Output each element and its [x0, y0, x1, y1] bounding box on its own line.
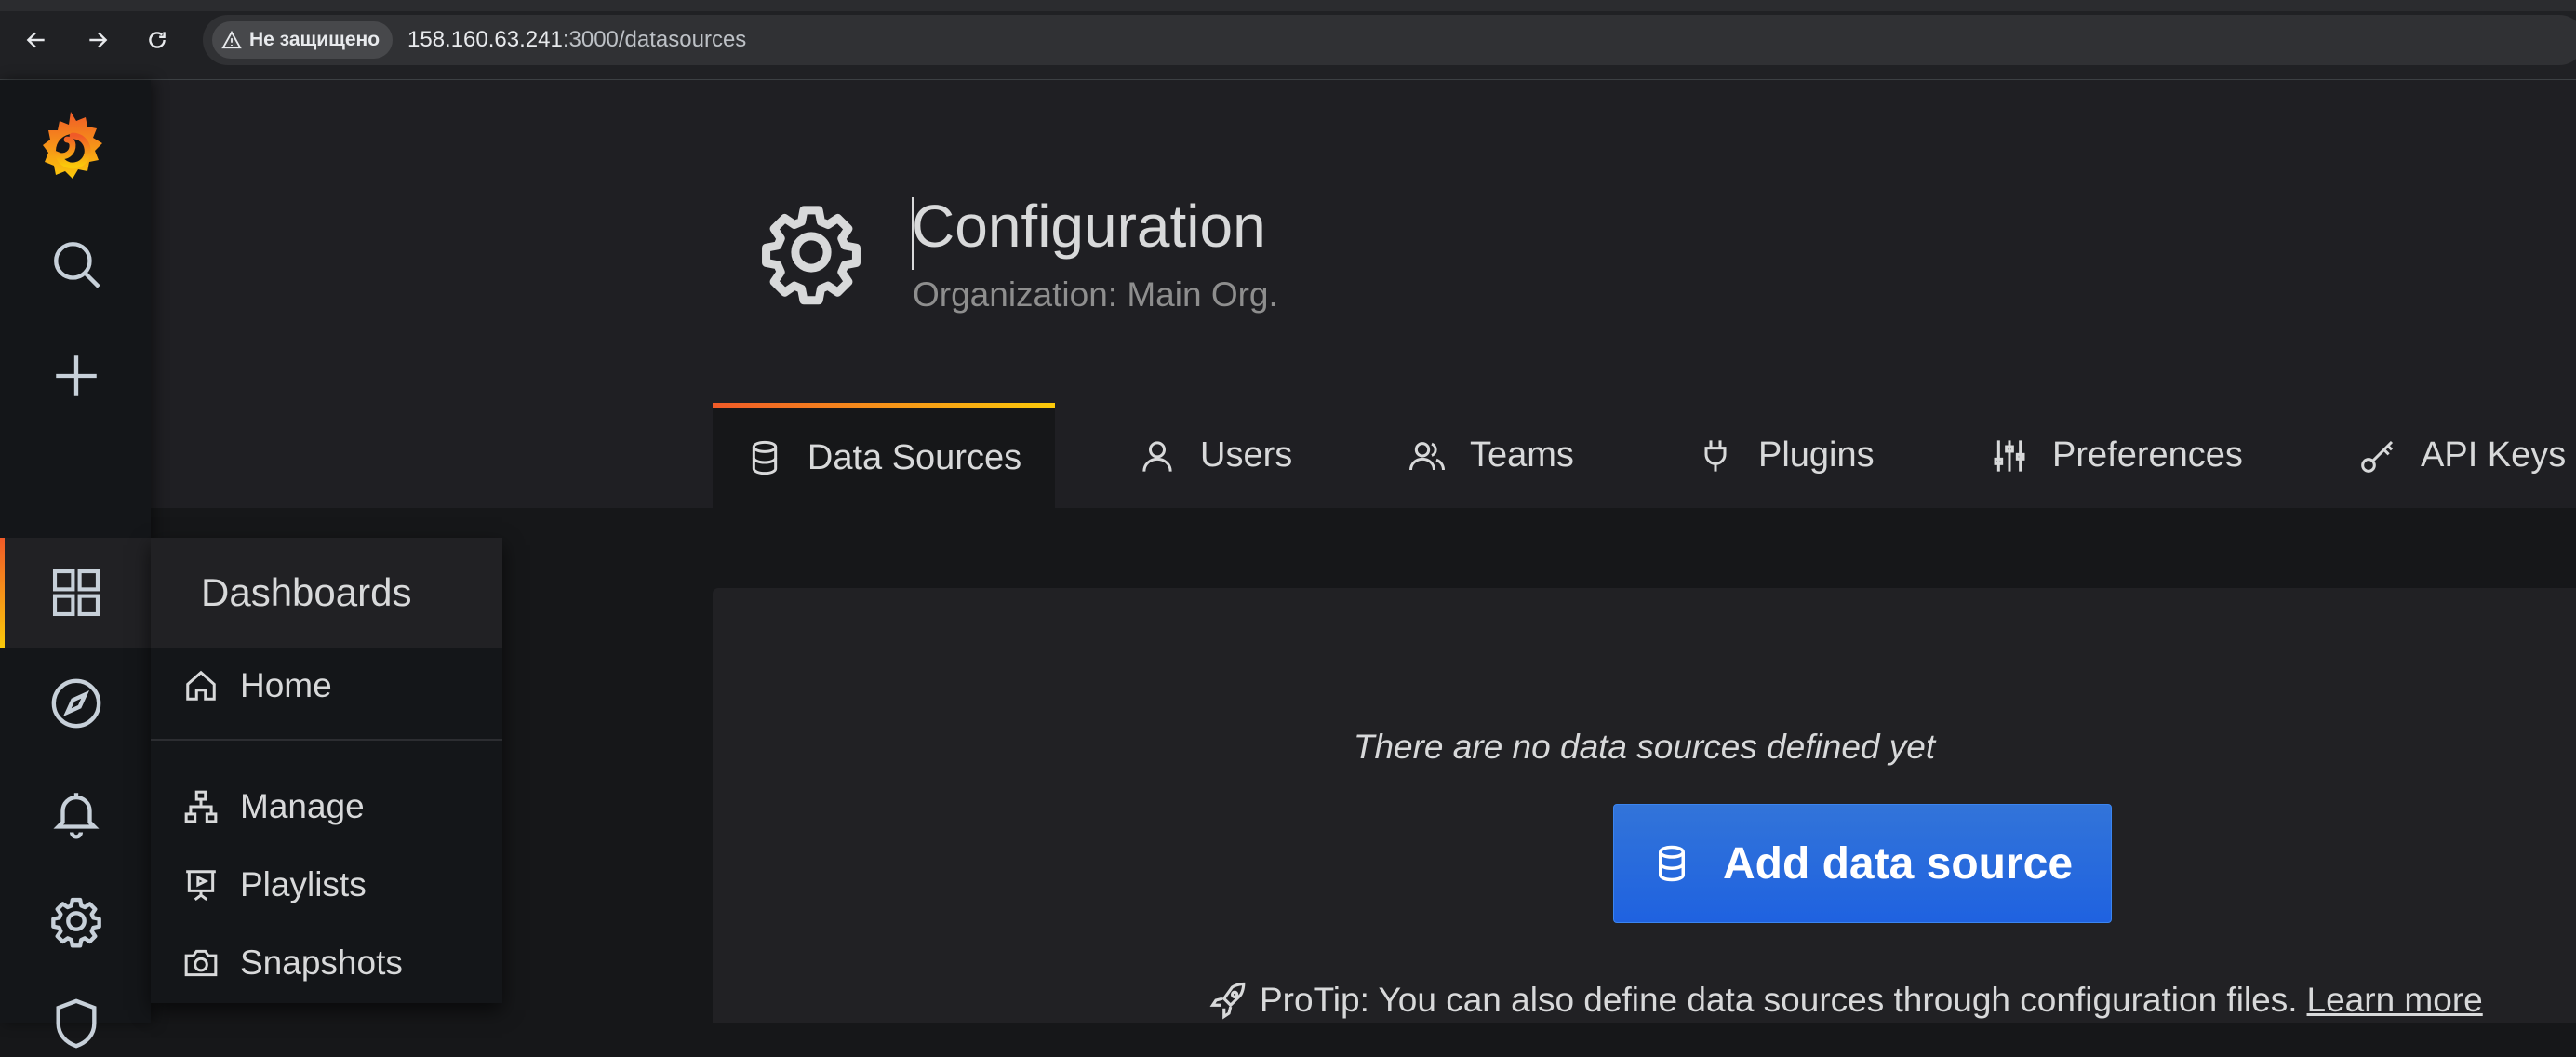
page-subtitle: Organization: Main Org.: [913, 275, 1278, 314]
dashboards-dropdown-title[interactable]: Dashboards: [151, 538, 502, 648]
tab-label: Users: [1200, 435, 1293, 475]
active-indicator: [0, 538, 5, 648]
sitemap-icon: [182, 788, 220, 825]
divider: [151, 739, 502, 741]
grafana-app: Configuration Organization: Main Org. Da…: [0, 80, 2576, 1049]
key-icon: [2361, 440, 2394, 473]
configuration-nav[interactable]: [43, 888, 110, 955]
dashboards-item-snapshots[interactable]: Snapshots: [151, 930, 502, 996]
user-icon: [1142, 440, 1172, 472]
home-icon: [182, 667, 220, 704]
plug-icon: [1704, 439, 1727, 472]
dashboards-nav[interactable]: [43, 559, 110, 626]
dashboards-icon: [52, 569, 100, 617]
dashboards-item-home[interactable]: Home: [151, 653, 502, 718]
create-nav[interactable]: [43, 342, 110, 409]
database-icon: [1658, 845, 1685, 882]
search-icon: [54, 242, 100, 288]
address-bar[interactable]: Не защищено 158.160.63.241:3000/datasour…: [203, 15, 2576, 65]
bell-icon: [53, 793, 100, 839]
dashboards-item-playlists[interactable]: Playlists: [151, 852, 502, 917]
empty-message: There are no data sources defined yet: [1353, 728, 1936, 766]
camera-icon: [182, 944, 220, 982]
page-title: Configuration: [912, 193, 1266, 260]
tab-label: Preferences: [2052, 435, 2243, 475]
reload-icon: [149, 32, 166, 48]
arrow-right-icon: [89, 32, 108, 48]
forward-button[interactable]: [82, 24, 113, 56]
dashboards-item-label: Playlists: [240, 865, 367, 903]
dashboards-item-label: Home: [240, 666, 332, 704]
url-host: 158.160.63.241: [407, 27, 563, 52]
compass-icon: [51, 678, 101, 729]
learn-more-link[interactable]: Learn more: [2307, 981, 2483, 1020]
dashboards-item-label: Snapshots: [240, 943, 403, 982]
reload-button[interactable]: [141, 24, 173, 56]
tab-api-keys[interactable]: API Keys: [2359, 403, 2566, 508]
plus-icon: [56, 355, 97, 396]
grafana-logo-icon[interactable]: [33, 108, 108, 190]
tab-data-sources[interactable]: Data Sources: [713, 403, 1055, 508]
browser-tab-strip: [0, 0, 2576, 11]
url-path: :3000/datasources: [562, 27, 747, 52]
database-icon: [752, 440, 778, 475]
browser-toolbar: Не защищено 158.160.63.241:3000/datasour…: [0, 0, 2576, 80]
add-data-source-button[interactable]: Add data source: [1613, 804, 2112, 923]
rocket-icon: [1209, 982, 1246, 1020]
security-label: Не защищено: [249, 29, 380, 50]
sidemenu: [0, 80, 151, 1049]
search-nav[interactable]: [43, 231, 110, 298]
back-button[interactable]: [20, 24, 52, 56]
tab-label: Plugins: [1758, 435, 1875, 475]
tab-preferences[interactable]: Preferences: [1991, 403, 2243, 508]
add-data-source-label: Add data source: [1722, 838, 2074, 889]
tab-teams[interactable]: Teams: [1408, 403, 1574, 508]
gear-icon: [51, 897, 101, 948]
shield-icon: [56, 998, 97, 1049]
protip: ProTip: You can also define data sources…: [1209, 981, 2483, 1020]
sliders-icon: [1994, 439, 2025, 472]
tab-label: Teams: [1470, 435, 1574, 475]
tab-users[interactable]: Users: [1139, 403, 1292, 508]
alerting-nav[interactable]: [43, 780, 110, 847]
arrow-left-icon: [26, 32, 45, 48]
warning-icon: [221, 30, 242, 49]
protip-text: ProTip: You can also define data sources…: [1260, 981, 2298, 1019]
empty-list-panel: There are no data sources defined yet Ad…: [713, 588, 2576, 1023]
presentation-play-icon: [182, 866, 220, 903]
dashboards-dropdown: Dashboards Home Manage Playlists Snapsho…: [151, 538, 502, 1003]
server-admin-nav[interactable]: [43, 990, 110, 1057]
dashboards-item-label: Manage: [240, 787, 365, 825]
dashboards-item-manage[interactable]: Manage: [151, 774, 502, 839]
users-icon: [1409, 441, 1445, 470]
configuration-gear-icon: [762, 206, 861, 305]
tab-label: API Keys: [2421, 435, 2567, 475]
tab-label: Data Sources: [807, 437, 1022, 477]
security-indicator[interactable]: Не защищено: [212, 21, 394, 59]
url-text[interactable]: 158.160.63.241:3000/datasources: [407, 27, 746, 53]
tab-plugins[interactable]: Plugins: [1697, 403, 1875, 508]
explore-nav[interactable]: [43, 670, 110, 737]
